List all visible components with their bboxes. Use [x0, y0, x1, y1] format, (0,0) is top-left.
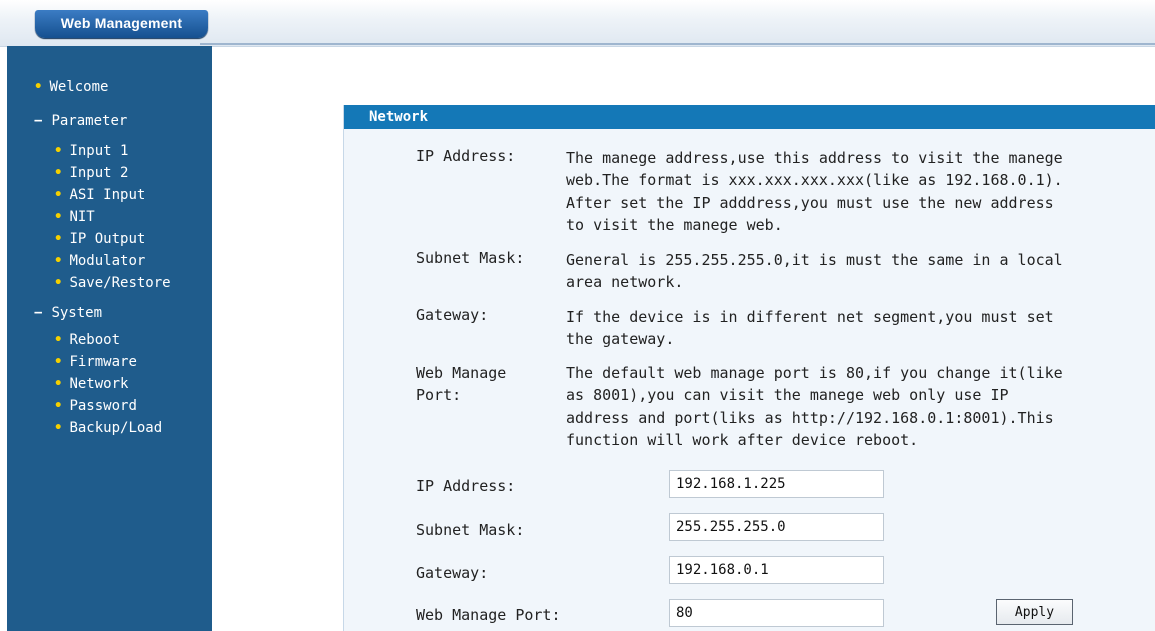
help-mask-label: Subnet Mask: [416, 249, 525, 267]
sidebar-item-network[interactable]: • Network [54, 376, 128, 392]
help-line: web.The format is xxx.xxx.xxx.xxx(like a… [566, 171, 1063, 190]
help-port-label-line: Port: [416, 386, 462, 405]
web-management-tab[interactable]: Web Management [35, 10, 208, 38]
help-line: General is 255.255.255.0,it is must the … [566, 251, 1063, 269]
bullet-icon: • [54, 187, 63, 203]
sidebar-item-save-restore[interactable]: • Save/Restore [54, 275, 171, 291]
help-line: address and port(liks as http://192.168.… [566, 408, 1054, 427]
panel-header: Network [344, 105, 1155, 129]
sidebar-item-input-2[interactable]: • Input 2 [54, 165, 128, 181]
network-panel: Network IP Address: The manege address,u… [343, 105, 1155, 631]
sidebar-item-label: Network [69, 376, 129, 392]
help-line: the gateway. [566, 330, 675, 349]
sidebar-item-label: Welcome [49, 79, 109, 95]
help-line: If the device is in different net segmen… [566, 308, 1054, 326]
sidebar-group-label: Parameter [51, 113, 128, 129]
collapse-icon: − [34, 305, 43, 321]
sidebar-item-label: Backup/Load [69, 420, 163, 436]
sidebar-item-input-1[interactable]: • Input 1 [54, 143, 128, 159]
bullet-icon: • [54, 143, 63, 159]
help-line: After set the IP adddress,you must use t… [566, 193, 1054, 212]
sidebar-item-label: Input 1 [69, 143, 129, 159]
sidebar-item-reboot[interactable]: • Reboot [54, 332, 120, 348]
sidebar-item-label: Firmware [69, 354, 137, 370]
sidebar-item-asi-input[interactable]: • ASI Input [54, 187, 145, 203]
sidebar-item-label: Modulator [69, 253, 146, 269]
top-bar: Web Management [0, 0, 1155, 47]
web-manage-port-label: Web Manage Port: [416, 606, 561, 624]
sidebar-item-nit[interactable]: • NIT [54, 209, 95, 225]
bullet-icon: • [54, 398, 63, 414]
help-line: to visit the manege web. [566, 215, 783, 234]
collapse-icon: − [34, 113, 43, 129]
sidebar-item-password[interactable]: • Password [54, 398, 137, 414]
help-gateway-label: Gateway: [416, 306, 489, 324]
bullet-icon: • [34, 79, 43, 95]
help-port-label: Web Manage Port: [416, 362, 506, 407]
subnet-mask-label: Subnet Mask: [416, 521, 525, 539]
sidebar-item-label: Password [69, 398, 137, 414]
sidebar-group-system[interactable]: − System [34, 305, 102, 321]
sidebar-item-label: Input 2 [69, 165, 129, 181]
gateway-input[interactable] [669, 556, 884, 584]
help-ip-label: IP Address: [416, 147, 516, 165]
panel-title: Network [369, 109, 429, 125]
sidebar-item-firmware[interactable]: • Firmware [54, 354, 137, 370]
bullet-icon: • [54, 209, 63, 225]
apply-button[interactable]: Apply [996, 599, 1073, 625]
help-line: The manege address,use this address to v… [566, 149, 1063, 167]
help-port-description: The default web manage port is 80,if you… [566, 362, 1111, 451]
help-ip-description: The manege address,use this address to v… [566, 147, 1111, 236]
web-manage-port-input[interactable] [669, 599, 884, 627]
sidebar-item-label: Reboot [69, 332, 121, 348]
bullet-icon: • [54, 354, 63, 370]
sidebar-item-label: ASI Input [69, 187, 146, 203]
sidebar-item-ip-output[interactable]: • IP Output [54, 231, 145, 247]
bullet-icon: • [54, 275, 63, 291]
bullet-icon: • [54, 165, 63, 181]
help-gateway-description: If the device is in different net segmen… [566, 306, 1111, 351]
gateway-label: Gateway: [416, 564, 489, 582]
help-line: The default web manage port is 80,if you… [566, 364, 1063, 382]
bullet-icon: • [54, 376, 63, 392]
sidebar-item-label: Save/Restore [69, 275, 171, 291]
sidebar-item-backup-load[interactable]: • Backup/Load [54, 420, 162, 436]
help-line: area network. [566, 273, 684, 292]
bullet-icon: • [54, 420, 63, 436]
sidebar-item-label: IP Output [69, 231, 146, 247]
sidebar-group-parameter[interactable]: − Parameter [34, 113, 127, 129]
sidebar-group-label: System [51, 305, 103, 321]
help-port-label-line: Web Manage [416, 364, 507, 382]
bullet-icon: • [54, 253, 63, 269]
bullet-icon: • [54, 332, 63, 348]
ip-address-label: IP Address: [416, 477, 516, 495]
bullet-icon: • [54, 231, 63, 247]
help-line: function will work after device reboot. [566, 430, 919, 449]
sidebar-item-label: NIT [69, 209, 95, 225]
help-line: as 8001),you can visit the manege web on… [566, 386, 1009, 405]
subnet-mask-input[interactable] [669, 513, 884, 541]
sidebar-nav: • Welcome − Parameter • Input 1 • Input 2 • A… [7, 46, 212, 631]
sidebar-item-modulator[interactable]: • Modulator [54, 253, 145, 269]
ip-address-input[interactable] [669, 470, 884, 498]
help-mask-description: General is 255.255.255.0,it is must the … [566, 249, 1111, 294]
sidebar-item-welcome[interactable]: • Welcome [34, 79, 108, 95]
top-bar-rule [200, 43, 1155, 45]
